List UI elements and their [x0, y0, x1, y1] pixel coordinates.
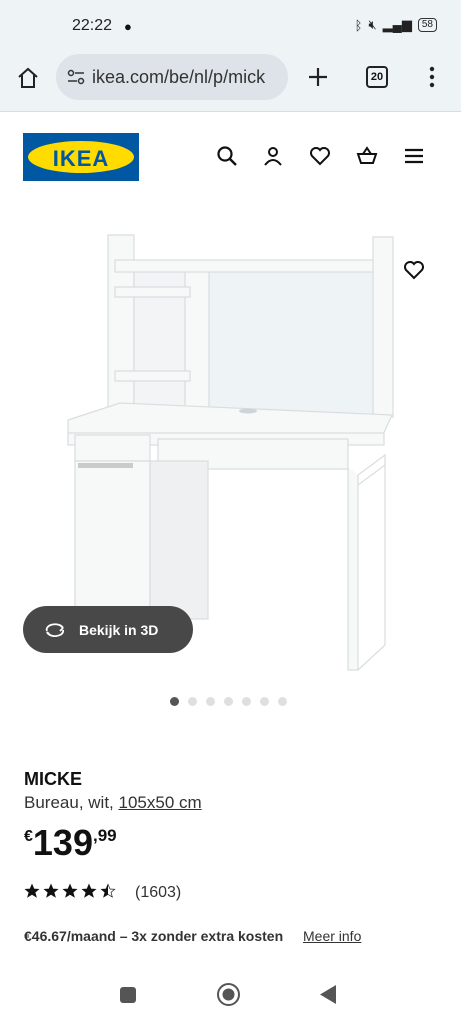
view-in-3d-label: Bekijk in 3D	[79, 621, 159, 638]
star-icon	[62, 883, 78, 898]
gallery-dot[interactable]	[206, 697, 215, 706]
back-nav-icon[interactable]	[318, 984, 338, 1005]
shopping-basket-icon[interactable]	[355, 144, 379, 168]
price-decimal: ,99	[92, 826, 117, 845]
gallery-dot[interactable]	[170, 697, 179, 706]
gallery-dot[interactable]	[224, 697, 233, 706]
site-settings-icon[interactable]	[66, 67, 86, 87]
address-bar[interactable]: ikea.com/be/nl/p/mick	[56, 54, 288, 100]
star-icon	[100, 883, 116, 898]
signal-icon: ▂▄▆	[382, 17, 412, 32]
view-in-3d-button[interactable]: Bekijk in 3D	[23, 606, 193, 653]
gallery-dot[interactable]	[242, 697, 251, 706]
gallery-dot[interactable]	[278, 697, 287, 706]
recent-apps-icon[interactable]	[119, 986, 137, 1004]
product-dimensions-link[interactable]: 105x50 cm	[119, 793, 202, 812]
status-bar: 22:22 ● ᛒ 🔇︎ ▂▄▆ 58	[0, 0, 461, 54]
home-icon[interactable]	[16, 66, 40, 90]
search-icon[interactable]	[215, 144, 239, 168]
gallery-dot[interactable]	[260, 697, 269, 706]
product-price: € 139 ,99	[24, 822, 117, 864]
mute-icon: 🔇︎	[368, 17, 377, 32]
account-icon[interactable]	[261, 144, 285, 168]
url-text: ikea.com/be/nl/p/mick	[92, 66, 266, 87]
star-icon	[43, 883, 59, 898]
tab-switcher-button[interactable]: 20	[366, 66, 388, 88]
rotate-3d-icon	[45, 622, 65, 637]
status-icons: ᛒ 🔇︎ ▂▄▆ 58	[355, 17, 437, 33]
status-time: 22:22	[72, 17, 113, 34]
ikea-logo[interactable]: IKEA	[23, 133, 139, 181]
rating-stars[interactable]	[24, 883, 116, 899]
price-currency: €	[24, 828, 33, 845]
rating-count[interactable]: (1603)	[135, 884, 181, 902]
star-icon	[24, 883, 40, 898]
star-icon	[81, 883, 97, 898]
price-integer: 139	[32, 822, 93, 863]
message-notification-icon: ●	[124, 19, 132, 34]
gallery-dot[interactable]	[188, 697, 197, 706]
hamburger-menu-icon[interactable]	[402, 144, 426, 168]
product-description: Bureau, wit, 105x50 cm	[24, 793, 202, 813]
browser-toolbar: ikea.com/be/nl/p/mick 20	[0, 54, 461, 112]
system-navigation-bar	[0, 965, 461, 1024]
more-info-link[interactable]: Meer info	[303, 928, 361, 944]
installment-text: €46.67/maand – 3x zonder extra kosten	[24, 928, 284, 944]
product-name: MICKE	[24, 769, 82, 789]
home-nav-icon[interactable]	[216, 982, 241, 1007]
battery-icon: 58	[417, 18, 437, 32]
more-menu-icon[interactable]	[428, 66, 436, 88]
new-tab-icon[interactable]	[307, 66, 329, 88]
bluetooth-icon: ᛒ	[354, 17, 363, 33]
gallery-pagination	[170, 697, 287, 706]
favorites-heart-icon[interactable]	[308, 144, 332, 168]
product-favorite-icon[interactable]	[402, 258, 426, 282]
product-type-label: Bureau, wit,	[24, 793, 119, 812]
